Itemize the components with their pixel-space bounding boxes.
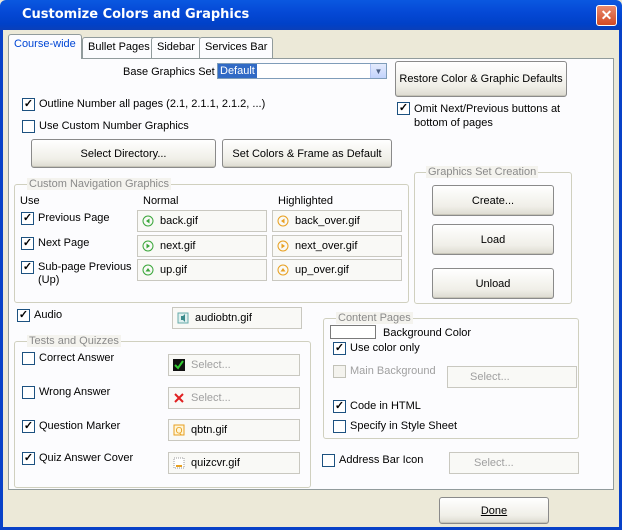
address-bar-icon-label: Address Bar Icon: [339, 454, 424, 466]
wrong-answer-select: Select...: [191, 392, 231, 404]
question-marker-filename: qbtn.gif: [191, 424, 228, 436]
wrong-answer-field[interactable]: Select...: [168, 387, 300, 409]
question-marker-field[interactable]: Q qbtn.gif: [168, 419, 300, 441]
custom-number-label: Use Custom Number Graphics: [39, 120, 189, 132]
next-page-label: Next Page: [38, 237, 90, 249]
right-arrow-icon: [142, 240, 154, 252]
audio-checkbox[interactable]: [17, 309, 30, 322]
background-color-label: Background Color: [383, 327, 472, 339]
base-graphics-value: Default: [218, 64, 257, 78]
set-colors-default-button[interactable]: Set Colors & Frame as Default: [222, 139, 392, 168]
previous-normal-field[interactable]: back.gif: [137, 210, 267, 232]
question-marker-label: Question Marker: [39, 420, 121, 432]
create-button[interactable]: Create...: [432, 185, 554, 216]
next-normal-filename: next.gif: [160, 240, 196, 252]
up-arrow-icon: [277, 264, 289, 276]
tests-title: Tests and Quizzes: [27, 335, 121, 347]
audio-filename: audiobtn.gif: [195, 312, 252, 324]
tab-bullet-pages[interactable]: Bullet Pages: [82, 37, 156, 58]
background-color-swatch[interactable]: [330, 325, 376, 339]
tab-sidebar[interactable]: Sidebar: [151, 37, 201, 58]
quiz-answer-cover-filename: quizcvr.gif: [191, 457, 240, 469]
outline-number-label: Outline Number all pages (2.1, 2.1.1, 2.…: [39, 98, 266, 110]
load-button[interactable]: Load: [432, 224, 554, 255]
next-highlighted-filename: next_over.gif: [295, 240, 358, 252]
window-title: Customize Colors and Graphics: [22, 7, 250, 22]
nav-graphics-title: Custom Navigation Graphics: [27, 178, 172, 190]
up-normal-filename: up.gif: [160, 264, 187, 276]
correct-answer-label: Correct Answer: [39, 352, 115, 364]
up-arrow-icon: [142, 264, 154, 276]
up-normal-field[interactable]: up.gif: [137, 259, 267, 281]
omit-next-prev-label: Omit Next/Previous buttons at bottom of …: [414, 103, 561, 129]
main-background-select: Select...: [470, 371, 510, 383]
tab-services-bar[interactable]: Services Bar: [199, 37, 274, 58]
right-arrow-icon: [277, 240, 289, 252]
code-in-html-label: Code in HTML: [350, 400, 421, 412]
audio-field[interactable]: audiobtn.gif: [172, 307, 302, 329]
correct-answer-field[interactable]: Select...: [168, 354, 300, 376]
use-color-only-checkbox[interactable]: [333, 342, 346, 355]
svg-text:Q: Q: [175, 427, 182, 437]
previous-highlighted-filename: back_over.gif: [295, 215, 360, 227]
chevron-down-icon[interactable]: ▼: [370, 64, 386, 78]
correct-answer-select: Select...: [191, 359, 231, 371]
select-directory-button[interactable]: Select Directory...: [31, 139, 216, 168]
address-bar-icon-select: Select...: [474, 457, 514, 469]
red-x-icon: [174, 393, 184, 403]
left-arrow-icon: [142, 215, 154, 227]
base-graphics-label: Base Graphics Set: [123, 66, 215, 78]
quiz-answer-cover-checkbox[interactable]: [22, 452, 35, 465]
specify-style-sheet-label: Specify in Style Sheet: [350, 420, 458, 432]
use-color-only-label: Use color only: [350, 342, 420, 354]
sub-page-previous-label: Sub-page Previous (Up): [38, 261, 132, 286]
quiz-answer-cover-field[interactable]: quizcvr.gif: [168, 452, 300, 474]
outline-number-checkbox[interactable]: [22, 98, 35, 111]
col-normal-header: Normal: [143, 195, 179, 207]
custom-number-checkbox[interactable]: [22, 120, 35, 133]
question-marker-checkbox[interactable]: [22, 420, 35, 433]
sub-page-previous-checkbox[interactable]: [21, 261, 34, 274]
previous-normal-filename: back.gif: [160, 215, 198, 227]
previous-highlighted-field[interactable]: back_over.gif: [272, 210, 402, 232]
up-highlighted-field[interactable]: up_over.gif: [272, 259, 402, 281]
next-normal-field[interactable]: next.gif: [137, 235, 267, 257]
tab-course-wide[interactable]: Course-wide: [8, 34, 82, 59]
main-background-label: Main Background: [350, 365, 436, 377]
omit-next-prev-checkbox[interactable]: [397, 102, 410, 115]
previous-page-checkbox[interactable]: [21, 212, 34, 225]
checkmark-icon: [173, 359, 185, 371]
content-pages-title: Content Pages: [336, 312, 413, 324]
main-background-field[interactable]: Select...: [447, 366, 577, 388]
main-background-checkbox[interactable]: [333, 365, 346, 378]
unload-button[interactable]: Unload: [432, 268, 554, 299]
correct-answer-checkbox[interactable]: [22, 352, 35, 365]
left-arrow-icon: [277, 215, 289, 227]
question-marker-icon: Q: [173, 424, 185, 436]
done-button[interactable]: Done: [439, 497, 549, 524]
address-bar-icon-checkbox[interactable]: [322, 454, 335, 467]
previous-page-label: Previous Page: [38, 212, 110, 224]
close-button[interactable]: ✕: [596, 5, 617, 26]
wrong-answer-label: Wrong Answer: [39, 386, 111, 398]
restore-defaults-button[interactable]: Restore Color & Graphic Defaults: [395, 61, 567, 97]
col-highlighted-header: Highlighted: [278, 195, 334, 207]
quiz-answer-cover-label: Quiz Answer Cover: [39, 452, 134, 464]
address-bar-icon-field[interactable]: Select...: [449, 452, 579, 474]
graphics-set-title: Graphics Set Creation: [426, 166, 539, 178]
next-page-checkbox[interactable]: [21, 237, 34, 250]
specify-style-sheet-checkbox[interactable]: [333, 420, 346, 433]
audio-icon: [177, 312, 189, 324]
next-highlighted-field[interactable]: next_over.gif: [272, 235, 402, 257]
wrong-answer-checkbox[interactable]: [22, 386, 35, 399]
col-use-header: Use: [20, 195, 40, 207]
code-in-html-checkbox[interactable]: [333, 400, 346, 413]
audio-label: Audio: [34, 309, 63, 321]
up-highlighted-filename: up_over.gif: [295, 264, 349, 276]
done-label: Done: [480, 504, 508, 517]
answer-cover-icon: [173, 457, 185, 469]
